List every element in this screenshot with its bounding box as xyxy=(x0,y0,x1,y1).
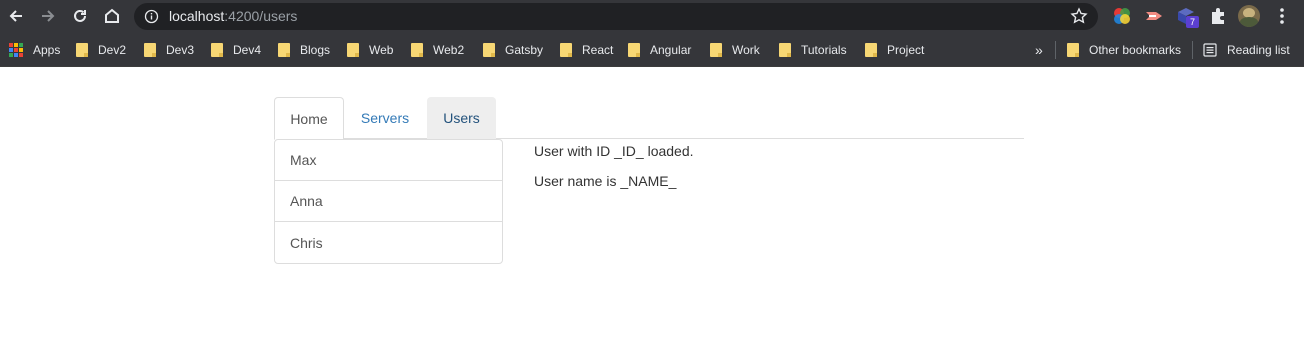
bookmark-label: Web2 xyxy=(433,43,465,57)
profile-avatar[interactable] xyxy=(1238,5,1260,27)
forward-button[interactable] xyxy=(36,4,60,28)
bookmark-blogs[interactable]: Blogs xyxy=(278,42,330,58)
bookmark-label: Work xyxy=(732,43,760,57)
list-item-anna[interactable]: Anna xyxy=(275,181,502,222)
color-extension-icon[interactable] xyxy=(1112,6,1132,26)
list-item-chris[interactable]: Chris xyxy=(275,222,502,263)
bookmark-web2[interactable]: Web2 xyxy=(411,42,464,58)
extensions-puzzle-icon[interactable] xyxy=(1208,6,1228,26)
forward-arrow-icon xyxy=(42,10,55,22)
info-icon[interactable] xyxy=(144,9,159,24)
reading-list-button[interactable]: Reading list xyxy=(1203,42,1290,58)
bookmark-label: Other bookmarks xyxy=(1089,43,1182,57)
folder-icon xyxy=(710,43,722,57)
bookmark-apps[interactable]: Apps xyxy=(9,42,60,58)
page-content: Home Servers Users Max Anna Chris User w… xyxy=(0,67,1304,364)
kebab-menu-icon[interactable] xyxy=(1272,6,1292,26)
folder-icon xyxy=(211,43,223,57)
bookmark-label: React xyxy=(582,43,614,57)
bookmark-label: Web xyxy=(369,43,394,57)
bookmark-label: Tutorials xyxy=(801,43,847,57)
bookmark-label: Angular xyxy=(650,43,692,57)
bookmark-project[interactable]: Project xyxy=(865,42,924,58)
bookmark-other-bookmarks[interactable]: Other bookmarks xyxy=(1067,42,1181,58)
url-path: :4200/users xyxy=(224,8,298,24)
bookmark-label: Dev2 xyxy=(98,43,127,57)
extension-badge: 7 xyxy=(1186,16,1199,28)
bookmarks-overflow-button[interactable]: » xyxy=(1035,42,1043,58)
folder-icon xyxy=(628,43,640,57)
bookmark-label: Blogs xyxy=(300,43,331,57)
reload-icon xyxy=(74,9,86,22)
bookmark-dev3[interactable]: Dev3 xyxy=(144,42,194,58)
browser-chrome: localhost:4200/users 7 Apps Dev2 Dev3 De… xyxy=(0,0,1304,67)
home-icon xyxy=(105,8,119,23)
bookmarks-bar: Apps Dev2 Dev3 Dev4 Blogs Web Web2 Gatsb… xyxy=(0,33,1304,67)
user-id-text: User with ID _ID_ loaded. xyxy=(534,143,694,159)
folder-icon xyxy=(411,43,423,57)
bookmark-label: Dev3 xyxy=(166,43,195,57)
bookmark-label: Reading list xyxy=(1227,43,1290,57)
bookmark-web[interactable]: Web xyxy=(347,42,393,58)
users-list: Max Anna Chris xyxy=(274,139,503,264)
apps-grid-icon xyxy=(9,43,23,57)
angular-devtools-icon[interactable] xyxy=(1144,6,1164,26)
reading-list-icon xyxy=(1203,43,1217,57)
folder-icon xyxy=(483,43,495,57)
overflow-chevron-icon: » xyxy=(1035,42,1043,58)
bookmarks-separator xyxy=(1055,41,1056,59)
folder-icon xyxy=(560,43,572,57)
bookmark-star-icon[interactable] xyxy=(1070,7,1088,25)
browser-toolbar: localhost:4200/users 7 xyxy=(0,0,1304,33)
extension-badge-icon[interactable]: 7 xyxy=(1176,6,1199,28)
bookmark-work[interactable]: Work xyxy=(710,42,760,58)
bookmarks-separator xyxy=(1192,41,1193,59)
bookmark-tutorials[interactable]: Tutorials xyxy=(779,42,847,58)
url-host: localhost xyxy=(169,8,225,24)
reload-button[interactable] xyxy=(68,4,92,28)
folder-icon xyxy=(76,43,88,57)
tab-servers[interactable]: Servers xyxy=(344,97,426,139)
back-arrow-icon xyxy=(9,10,22,22)
bookmark-dev2[interactable]: Dev2 xyxy=(76,42,126,58)
folder-icon xyxy=(779,43,791,57)
bookmark-react[interactable]: React xyxy=(560,42,613,58)
user-detail: User with ID _ID_ loaded. User name is _… xyxy=(534,141,694,201)
bookmark-dev4[interactable]: Dev4 xyxy=(211,42,261,58)
nav-tabs: Home Servers Users xyxy=(274,97,1024,140)
home-button[interactable] xyxy=(100,4,124,28)
bookmark-angular[interactable]: Angular xyxy=(628,42,691,58)
user-name-text: User name is _NAME_ xyxy=(534,173,677,189)
bookmark-label: Project xyxy=(887,43,925,57)
bookmark-gatsby[interactable]: Gatsby xyxy=(483,42,543,58)
list-item-max[interactable]: Max xyxy=(275,140,502,181)
bookmark-label: Apps xyxy=(33,43,61,57)
folder-icon xyxy=(865,43,877,57)
folder-icon xyxy=(278,43,290,57)
bookmark-label: Dev4 xyxy=(233,43,262,57)
folder-icon xyxy=(144,43,156,57)
url-text: localhost:4200/users xyxy=(169,8,297,24)
folder-icon xyxy=(347,43,359,57)
address-bar[interactable]: localhost:4200/users xyxy=(134,3,1098,30)
bookmark-label: Gatsby xyxy=(505,43,544,57)
tab-users[interactable]: Users xyxy=(427,97,496,139)
tab-home[interactable]: Home xyxy=(274,97,344,140)
back-button[interactable] xyxy=(4,4,28,28)
folder-icon xyxy=(1067,43,1079,57)
